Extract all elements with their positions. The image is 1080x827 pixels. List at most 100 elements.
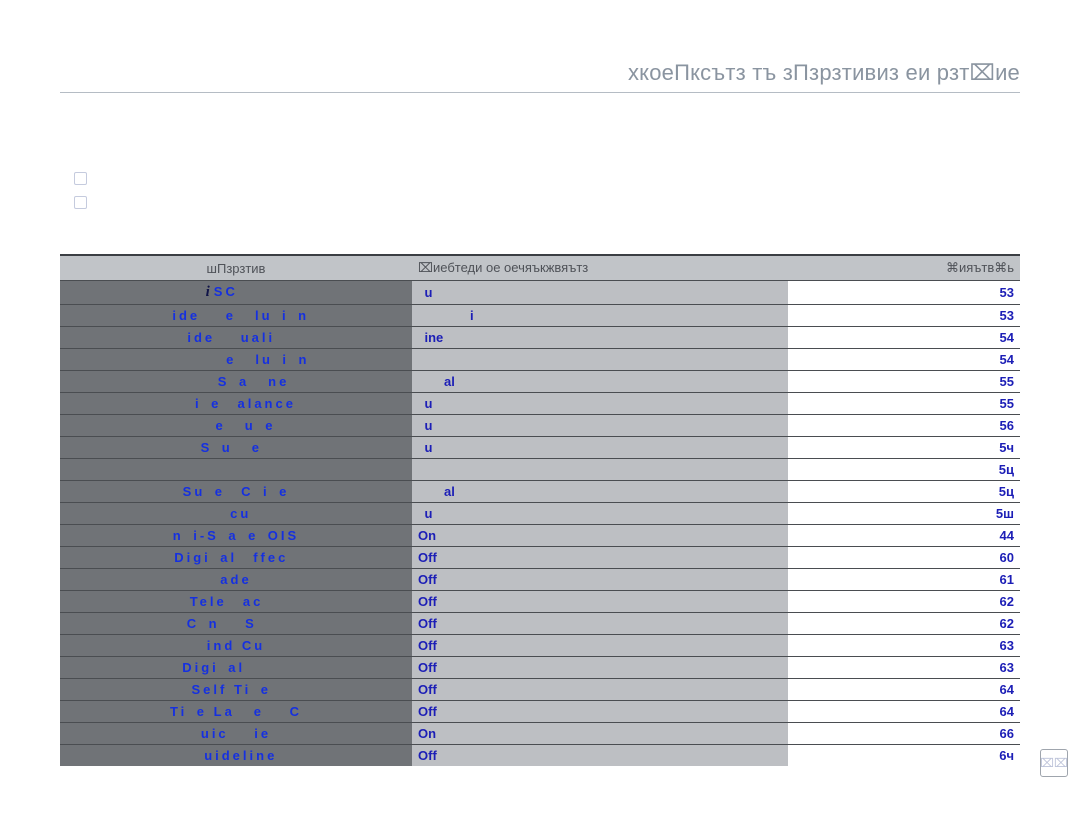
- divider-top: [60, 92, 1020, 93]
- table-row: n i-S a e OIS On44: [60, 525, 1020, 547]
- settings-table: шПзрзтив ⌧иебтеди ое оечяъкжвяътз ⌘ияътв…: [60, 255, 1020, 766]
- cell-default: On: [412, 723, 788, 745]
- cell-page[interactable]: 5ш: [788, 503, 1020, 525]
- cell-default: al: [412, 371, 788, 393]
- bullet-icon: [74, 172, 87, 185]
- section-header: [60, 230, 1020, 248]
- cell-item[interactable]: S a ne: [60, 371, 412, 393]
- document-page: хкоеПксътз тъ зПзрзтивиз еи рзт⌧ие шПзрз…: [0, 0, 1080, 827]
- cell-item[interactable]: i e alance: [60, 393, 412, 415]
- cell-default: i: [412, 305, 788, 327]
- cell-item-label: Digi al: [182, 660, 290, 675]
- cell-item[interactable]: Su e C i e: [60, 481, 412, 503]
- cell-page[interactable]: 5ч: [788, 437, 1020, 459]
- cell-page[interactable]: 66: [788, 723, 1020, 745]
- cell-page[interactable]: 64: [788, 701, 1020, 723]
- cell-page[interactable]: 44: [788, 525, 1020, 547]
- cell-default: Off: [412, 569, 788, 591]
- table-row: S u e u 5ч: [60, 437, 1020, 459]
- page-number: ⌧⌧: [1040, 749, 1068, 777]
- table-row: Digi al ffec Off60: [60, 547, 1020, 569]
- cell-item[interactable]: n i-S a e OIS: [60, 525, 412, 547]
- cell-item[interactable]: C n S: [60, 613, 412, 635]
- cell-page[interactable]: 63: [788, 635, 1020, 657]
- table-row: ide e lu i n i53: [60, 305, 1020, 327]
- th-page: ⌘ияътв⌘ь: [788, 256, 1020, 281]
- cell-page[interactable]: 53: [788, 305, 1020, 327]
- cell-page[interactable]: 6ч: [788, 745, 1020, 767]
- table-row: ade Off61: [60, 569, 1020, 591]
- cell-page[interactable]: 5ц: [788, 481, 1020, 503]
- th-default: ⌧иебтеди ое оечяъкжвяътз: [412, 256, 788, 281]
- cell-page[interactable]: 5ц: [788, 459, 1020, 481]
- cell-default: Off: [412, 635, 788, 657]
- cell-page[interactable]: 55: [788, 393, 1020, 415]
- cell-item[interactable]: ide uali: [60, 327, 412, 349]
- cell-page[interactable]: 54: [788, 327, 1020, 349]
- cell-item[interactable]: e u e: [60, 415, 412, 437]
- cell-page[interactable]: 64: [788, 679, 1020, 701]
- cell-item-label: e lu i n: [163, 352, 310, 367]
- cell-item[interactable]: uic ie: [60, 723, 412, 745]
- cell-item[interactable]: Digi al ffec: [60, 547, 412, 569]
- cell-item-label: ide e lu i n: [163, 308, 309, 323]
- cell-item[interactable]: e lu i n: [60, 349, 412, 371]
- table-row: Self Ti e Off64: [60, 679, 1020, 701]
- cell-page[interactable]: 54: [788, 349, 1020, 371]
- sub-link-1-label: [104, 170, 251, 187]
- cell-item[interactable]: [60, 459, 412, 481]
- table-row: uidelineOff6ч: [60, 745, 1020, 767]
- cell-page[interactable]: 62: [788, 591, 1020, 613]
- cell-default: Off: [412, 679, 788, 701]
- cell-item[interactable]: uideline: [60, 745, 412, 767]
- cell-page[interactable]: 60: [788, 547, 1020, 569]
- cell-item-label: S a ne: [164, 374, 309, 389]
- cell-page[interactable]: 53: [788, 281, 1020, 305]
- cell-default: [412, 459, 788, 481]
- cell-default: Off: [412, 591, 788, 613]
- cell-item[interactable]: S u e: [60, 437, 412, 459]
- cell-item[interactable]: ade: [60, 569, 412, 591]
- cell-default: u: [412, 393, 788, 415]
- table-row: uic ie On66: [60, 723, 1020, 745]
- cell-default: Off: [412, 657, 788, 679]
- cell-item-label: ade: [211, 572, 261, 587]
- cell-item[interactable]: ide e lu i n: [60, 305, 412, 327]
- cell-default: Off: [412, 613, 788, 635]
- cell-item[interactable]: cu: [60, 503, 412, 525]
- cell-item-label: cu: [211, 506, 261, 521]
- cell-default: Off: [412, 745, 788, 767]
- cell-item-label: SC: [214, 284, 267, 299]
- sub-link-2-label: [104, 194, 196, 211]
- cell-page[interactable]: 63: [788, 657, 1020, 679]
- cell-item[interactable]: Digi al: [60, 657, 412, 679]
- chapter-title: хкоеПксътз тъ зПзрзтивиз еи рзт⌧ие: [60, 60, 1020, 86]
- sub-link-2[interactable]: [74, 194, 1020, 212]
- table-row: ind Cu Off63: [60, 635, 1020, 657]
- cell-page[interactable]: 56: [788, 415, 1020, 437]
- cell-page[interactable]: 62: [788, 613, 1020, 635]
- cell-item-label: ide uali: [178, 330, 294, 345]
- cell-item[interactable]: iSC: [60, 281, 412, 305]
- table-row: i e alance u 55: [60, 393, 1020, 415]
- cell-item[interactable]: Self Ti e: [60, 679, 412, 701]
- bullet-icon: [74, 196, 87, 209]
- page-title: [60, 115, 1020, 146]
- cell-item[interactable]: Tele ac: [60, 591, 412, 613]
- table-row: ide uali ine54: [60, 327, 1020, 349]
- cell-item[interactable]: Ti e La e C: [60, 701, 412, 723]
- cell-default: Off: [412, 547, 788, 569]
- cell-default: Off: [412, 701, 788, 723]
- table-row: Su e C i e al5ц: [60, 481, 1020, 503]
- cell-page[interactable]: 55: [788, 371, 1020, 393]
- cell-item-label: e u e: [197, 418, 276, 433]
- cell-item-label: Tele ac: [190, 594, 283, 609]
- sub-link-1[interactable]: [74, 170, 1020, 188]
- cell-default: u: [412, 281, 788, 305]
- cell-page[interactable]: 61: [788, 569, 1020, 591]
- iscene-italic-i-icon: i: [206, 284, 213, 300]
- cell-item[interactable]: ind Cu: [60, 635, 412, 657]
- cell-item-label: i e alance: [176, 396, 296, 411]
- table-row: S a ne al55: [60, 371, 1020, 393]
- cell-item-label: uic ie: [191, 726, 280, 741]
